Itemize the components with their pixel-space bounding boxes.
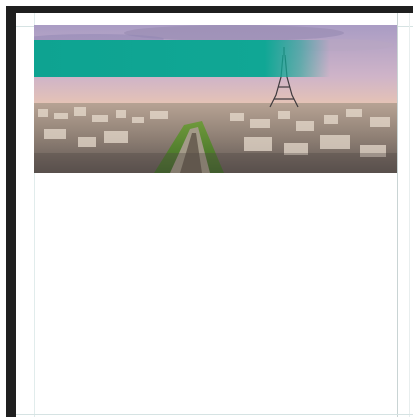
editor-frame-top — [6, 6, 413, 13]
guide-line-right-outer — [409, 13, 410, 417]
guide-line-bottom — [16, 414, 413, 415]
guide-line-right — [397, 13, 398, 417]
editor-frame-left — [6, 6, 16, 417]
banner-overlay-band — [34, 40, 330, 77]
